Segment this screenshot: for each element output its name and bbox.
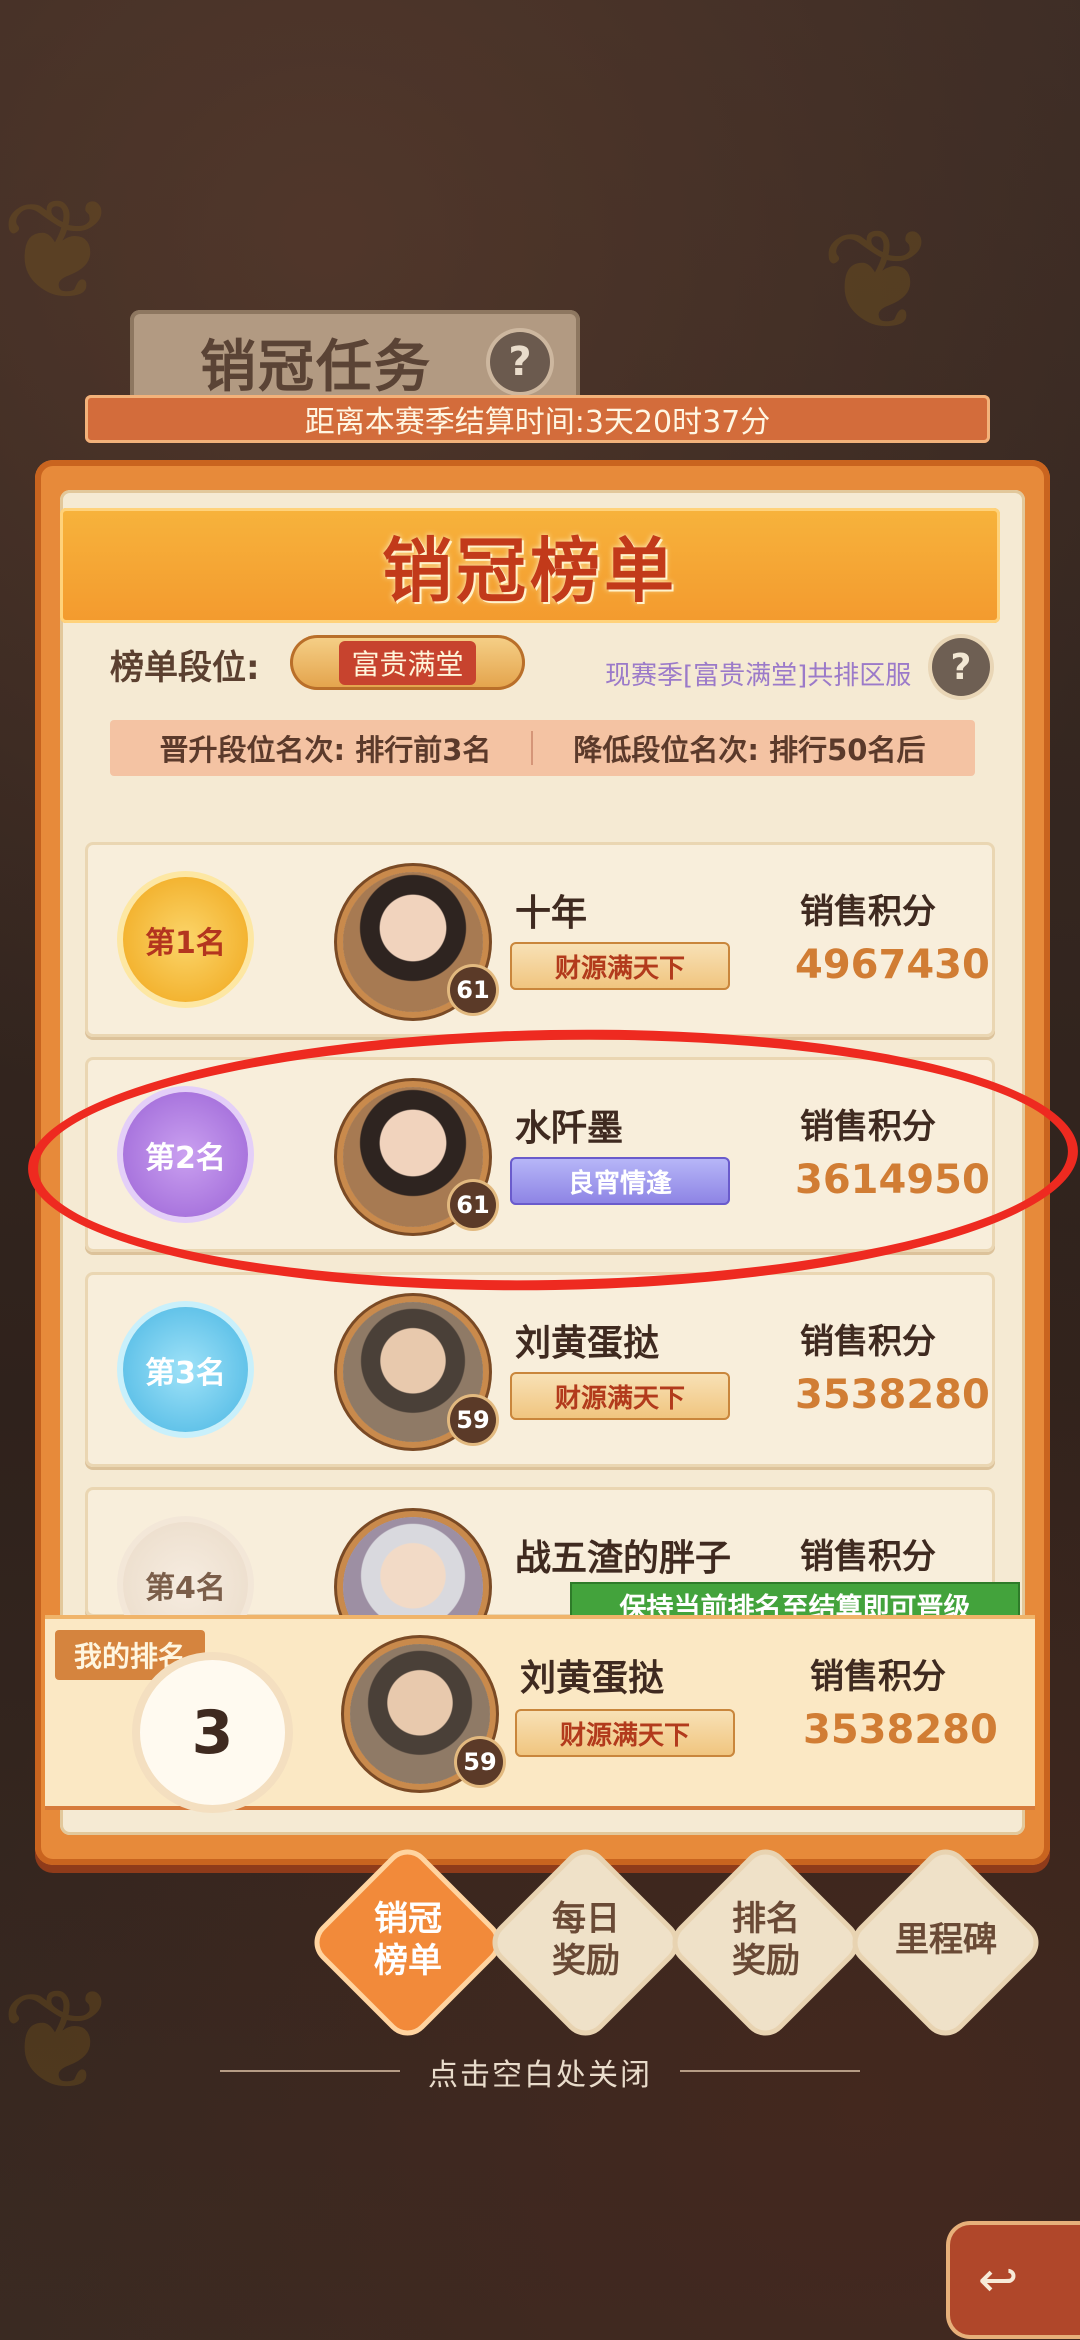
promotion-rule: 晋升段位名次: 排行前3名 xyxy=(159,733,492,767)
score-value: 3538280 xyxy=(795,1372,990,1418)
divider xyxy=(531,731,534,765)
score-label: 销售积分 xyxy=(800,1322,936,1362)
score-value: 4967430 xyxy=(795,942,990,988)
tab-rank-rewards-label[interactable]: 排名 奖励 xyxy=(676,1880,856,2000)
player-name: 十年 xyxy=(515,893,588,934)
tab-milestones-label[interactable]: 里程碑 xyxy=(856,1880,1036,2000)
tab-daily-rewards-label[interactable]: 每日 奖励 xyxy=(496,1880,676,2000)
avatar[interactable] xyxy=(343,1517,483,1617)
player-name: 刘黄蛋挞 xyxy=(520,1658,665,1699)
wheat-decoration-icon: ❦ xyxy=(820,200,938,363)
player-name: 战五渣的胖子 xyxy=(515,1538,732,1579)
board-title: 销冠榜单 xyxy=(382,530,678,612)
promotion-rules: 晋升段位名次: 排行前3名 降低段位名次: 排行50名后 xyxy=(110,720,975,776)
plaque-title: 销冠任务 xyxy=(200,335,432,400)
back-icon[interactable]: ↩ xyxy=(950,2225,1080,2335)
score-label: 销售积分 xyxy=(800,892,936,932)
level-badge: 61 xyxy=(450,967,496,1013)
score-label: 销售积分 xyxy=(810,1657,946,1697)
season-server-text: 现赛季[富贵满堂]共排区服 xyxy=(605,661,912,691)
tier-badge: 富贵满堂 xyxy=(290,635,525,690)
rank-medal: 第1名 xyxy=(123,877,248,1002)
demotion-rule: 降低段位名次: 排行50名后 xyxy=(573,733,926,767)
title-badge: 财源满天下 xyxy=(515,1709,735,1757)
wheat-decoration-icon: ❦ xyxy=(0,1960,118,2123)
season-countdown: 距离本赛季结算时间:3天20时37分 xyxy=(85,395,990,443)
level-badge: 59 xyxy=(450,1397,496,1443)
leaf-decoration-icon: ❦ xyxy=(0,170,118,333)
help-icon[interactable]: ? xyxy=(932,638,990,696)
rank-card-1[interactable]: 第1名 61 十年 财源满天下 销售积分 4967430 xyxy=(85,842,995,1037)
player-name: 刘黄蛋挞 xyxy=(515,1323,660,1364)
rank-card-3[interactable]: 第3名 59 刘黄蛋挞 财源满天下 销售积分 3538280 xyxy=(85,1272,995,1467)
my-rank-number: 3 xyxy=(140,1660,285,1805)
board-banner: 销冠榜单 xyxy=(60,508,1000,623)
title-badge: 财源满天下 xyxy=(510,942,730,990)
divider xyxy=(680,2070,860,2072)
tier-label: 榜单段位: xyxy=(110,648,260,688)
help-icon[interactable]: ? xyxy=(490,332,550,392)
score-value: 3538280 xyxy=(803,1707,998,1753)
tab-leaderboard-label[interactable]: 销冠 榜单 xyxy=(318,1880,498,2000)
rank-medal: 第3名 xyxy=(123,1307,248,1432)
tier-name: 富贵满堂 xyxy=(339,640,476,685)
score-label: 销售积分 xyxy=(800,1537,936,1577)
level-badge: 59 xyxy=(457,1739,503,1785)
close-hint[interactable]: 点击空白处关闭 xyxy=(0,2050,1080,2094)
rank-medal: 第4名 xyxy=(123,1522,248,1617)
title-badge: 财源满天下 xyxy=(510,1372,730,1420)
